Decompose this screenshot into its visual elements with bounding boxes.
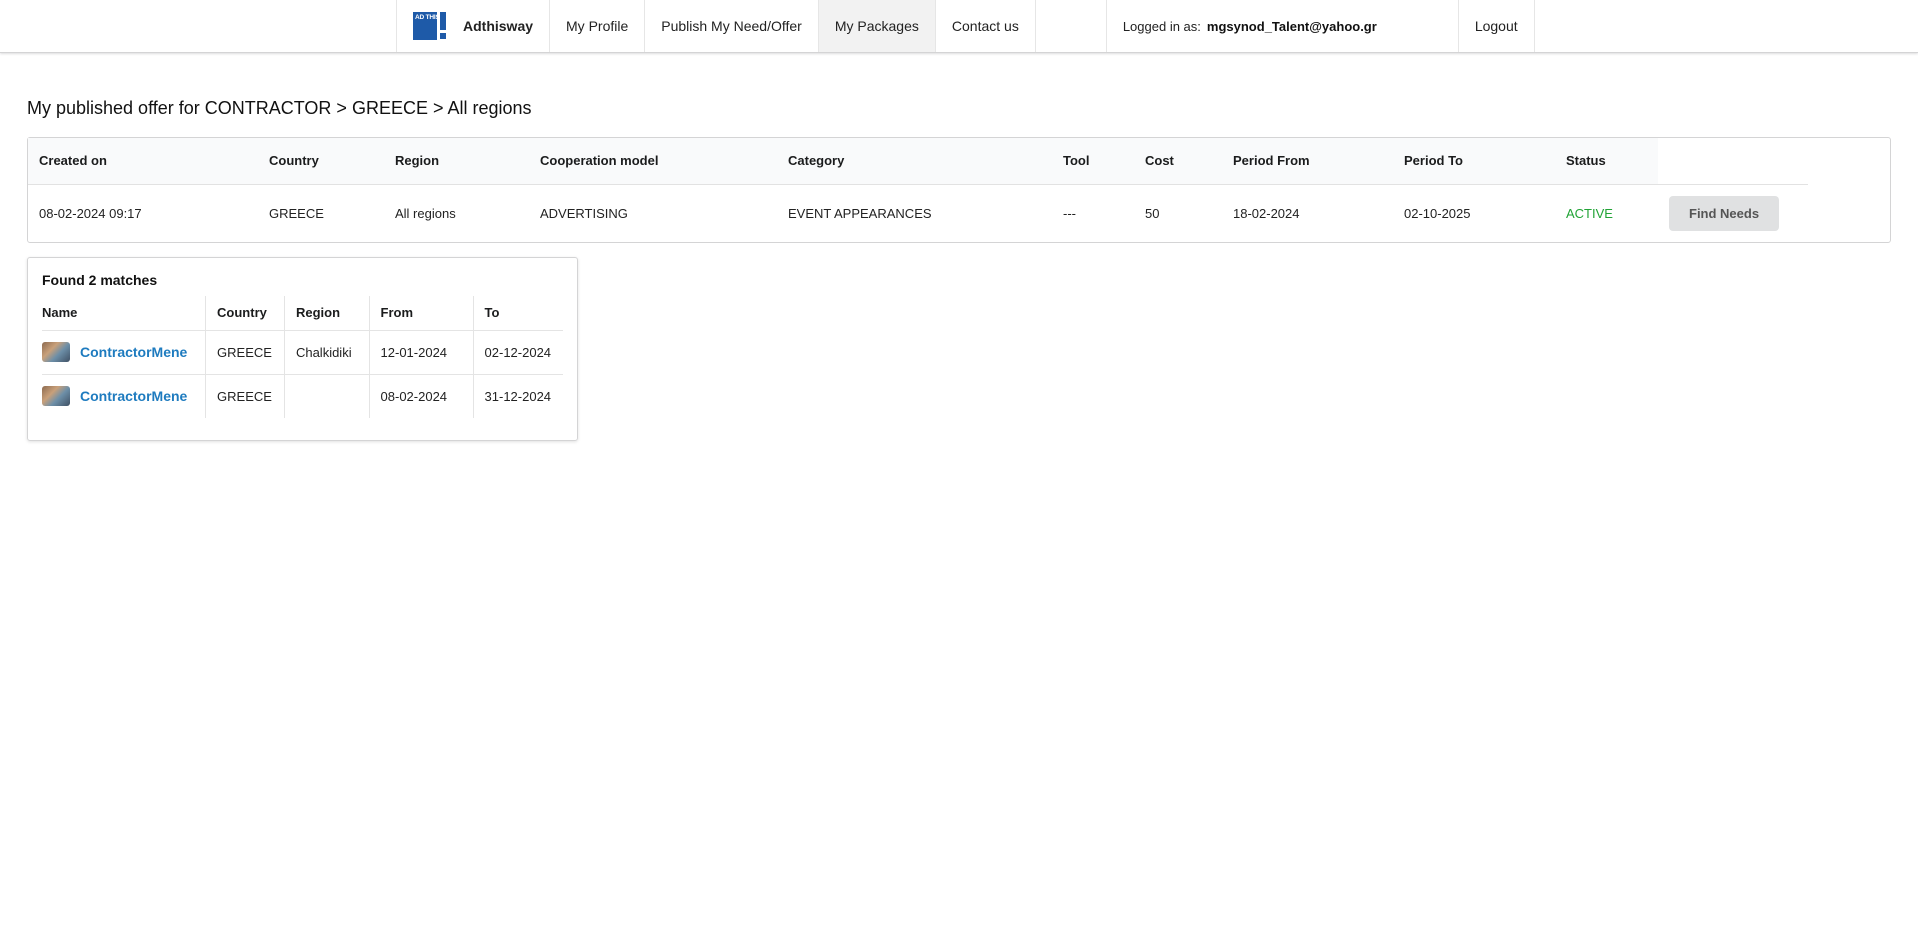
- cell-period-to: 02-10-2025: [1404, 205, 1471, 221]
- nav-my-profile[interactable]: My Profile: [550, 0, 646, 52]
- col-period-to: Period To: [1393, 138, 1555, 185]
- matches-table: Name Country Region From To ContractorMe…: [42, 296, 563, 418]
- table-row: ContractorMene GREECE Chalkidiki 12-01-2…: [42, 329, 563, 374]
- cell-action: Find Needs: [1658, 184, 1808, 242]
- matches-count-title: Found 2 matches: [42, 272, 158, 288]
- exclamation-icon: [439, 12, 449, 40]
- col-cooperation-model: Cooperation model: [529, 138, 777, 185]
- offer-table-container: Created on Country Region Cooperation mo…: [27, 137, 1891, 243]
- col-from: From: [369, 296, 474, 330]
- avatar[interactable]: [42, 342, 70, 362]
- match-region: [284, 373, 370, 418]
- brand-home-link[interactable]: AD THIS WAY Adthisway: [397, 0, 551, 52]
- match-name-cell: ContractorMene: [42, 329, 207, 374]
- col-cost: Cost: [1134, 138, 1222, 185]
- logged-in-info: Logged in as: mgsynod_Talent@yahoo.gr: [1107, 0, 1459, 52]
- nav-my-packages[interactable]: My Packages: [818, 0, 936, 52]
- cell-category: EVENT APPEARANCES: [788, 205, 932, 221]
- table-row: ContractorMene GREECE 08-02-2024 31-12-2…: [42, 373, 563, 418]
- logo-text: AD THIS WAY: [413, 12, 455, 40]
- col-action: [1658, 138, 1808, 185]
- nav-contact-us[interactable]: Contact us: [936, 0, 1036, 52]
- col-category: Category: [777, 138, 1052, 185]
- cell-tool: ---: [1063, 205, 1076, 221]
- col-country: Country: [205, 296, 285, 330]
- status-badge: ACTIVE: [1566, 205, 1613, 221]
- match-country: GREECE: [205, 373, 285, 418]
- cell-cooperation-model: ADVERTISING: [540, 205, 628, 221]
- offer-row: 08-02-2024 09:17 GREECE All regions ADVE…: [28, 184, 1808, 242]
- col-region: Region: [284, 296, 370, 330]
- match-to: 02-12-2024: [473, 329, 563, 374]
- matches-card: Found 2 matches Name Country Region From…: [27, 257, 578, 441]
- cell-region: All regions: [395, 205, 456, 221]
- logged-in-user: mgsynod_Talent@yahoo.gr: [1206, 18, 1377, 34]
- top-navbar: AD THIS WAY Adthisway My Profile Publish…: [0, 0, 1918, 53]
- match-to: 31-12-2024: [473, 373, 563, 418]
- col-region: Region: [384, 138, 529, 185]
- match-from: 08-02-2024: [369, 373, 474, 418]
- match-name-link[interactable]: ContractorMene: [80, 344, 187, 360]
- col-name: Name: [42, 296, 207, 330]
- cell-period-from: 18-02-2024: [1233, 205, 1300, 221]
- match-name-cell: ContractorMene: [42, 373, 207, 418]
- cell-created-on: 08-02-2024 09:17: [39, 205, 142, 221]
- col-to: To: [484, 305, 500, 321]
- adthisway-logo: AD THIS WAY: [413, 12, 455, 40]
- page-title: My published offer for CONTRACTOR > GREE…: [27, 98, 532, 118]
- find-needs-button[interactable]: Find Needs: [1669, 195, 1780, 231]
- match-region: Chalkidiki: [284, 329, 370, 374]
- col-period-from: Period From: [1222, 138, 1393, 185]
- cell-cost: 50: [1145, 205, 1160, 221]
- brand-name: Adthisway: [463, 18, 534, 34]
- col-country: Country: [258, 138, 384, 185]
- nav-spacer: [1036, 0, 1107, 52]
- cell-country: GREECE: [269, 205, 324, 221]
- matches-table-header: Name Country Region From To: [42, 296, 563, 330]
- logout-link[interactable]: Logout: [1459, 0, 1535, 52]
- match-from: 12-01-2024: [369, 329, 474, 374]
- nav-publish-need-offer[interactable]: Publish My Need/Offer: [645, 0, 819, 52]
- main-nav: AD THIS WAY Adthisway My Profile Publish…: [396, 0, 1535, 52]
- match-name-link[interactable]: ContractorMene: [80, 388, 187, 404]
- avatar[interactable]: [42, 386, 70, 407]
- col-created-on: Created on: [28, 138, 258, 185]
- match-country: GREECE: [205, 329, 285, 374]
- offer-table-header: Created on Country Region Cooperation mo…: [28, 138, 1808, 185]
- col-status: Status: [1555, 138, 1658, 185]
- col-tool: Tool: [1052, 138, 1134, 185]
- logged-in-label: Logged in as:: [1122, 18, 1201, 34]
- offer-table: Created on Country Region Cooperation mo…: [28, 138, 1808, 242]
